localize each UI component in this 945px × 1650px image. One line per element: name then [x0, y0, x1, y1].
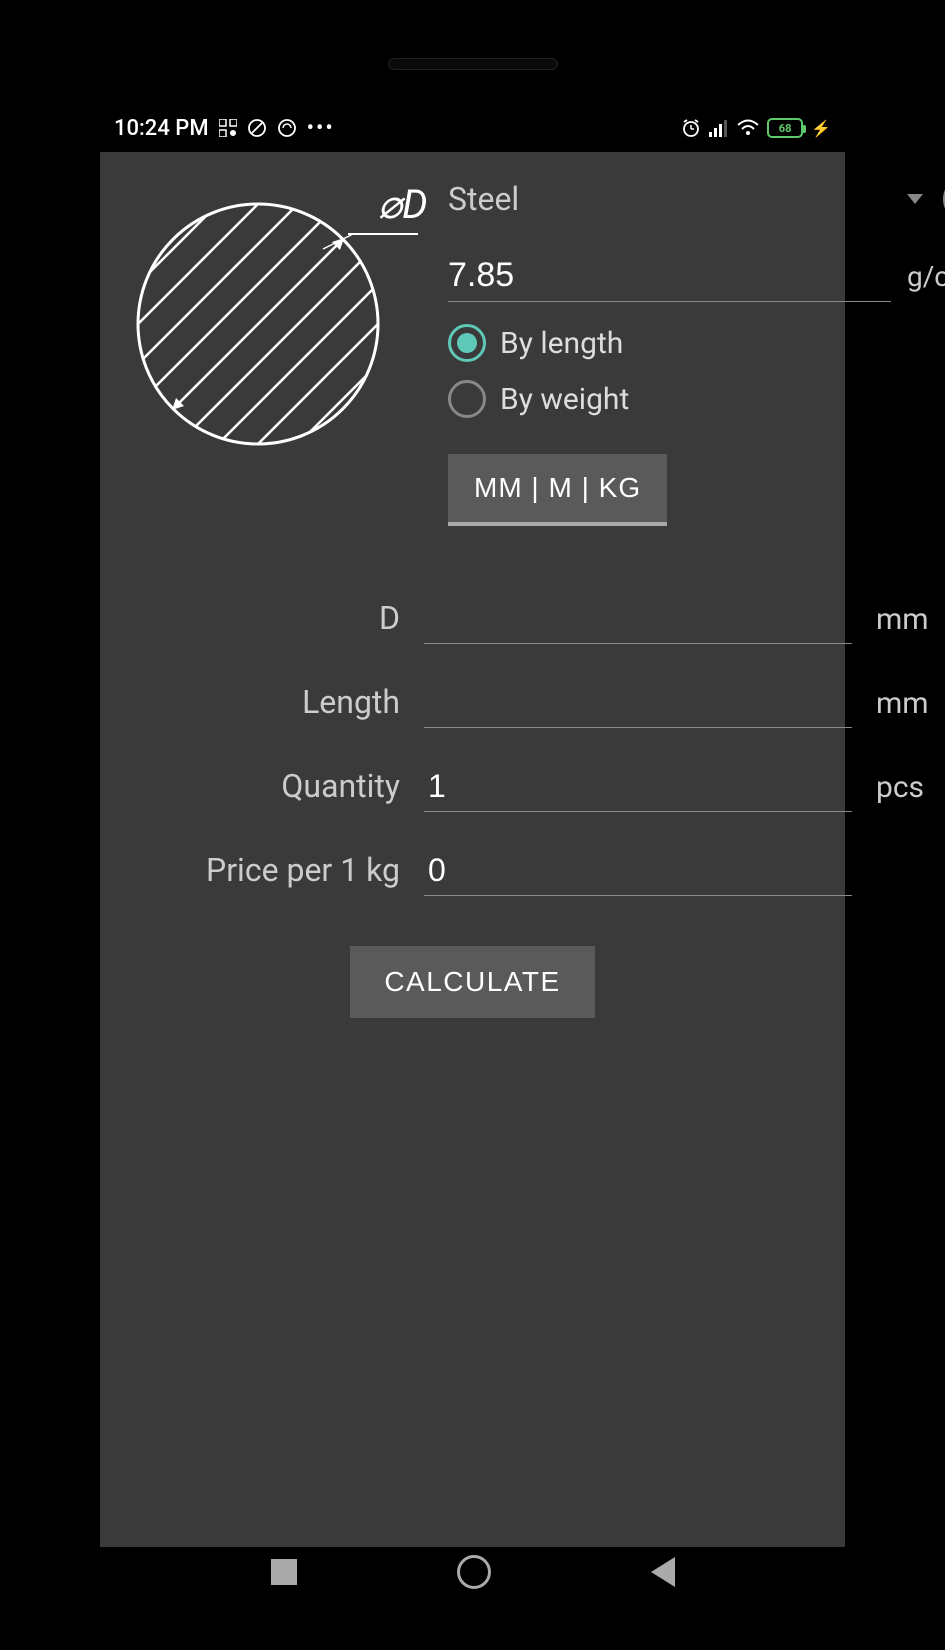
quantity-unit-label: pcs	[876, 770, 945, 805]
battery-icon: 68	[767, 118, 803, 138]
density-unit-label: g/cm3	[907, 260, 945, 293]
radio-selected-icon	[448, 324, 486, 362]
price-input[interactable]	[424, 848, 852, 896]
radio-unselected-icon	[448, 380, 486, 418]
radio-by-weight[interactable]: By weight	[448, 380, 945, 418]
wifi-icon	[737, 119, 759, 137]
price-label: Price per 1 kg	[160, 851, 400, 889]
chevron-down-icon	[907, 194, 923, 204]
grid-icon	[219, 119, 237, 137]
d-input[interactable]	[424, 596, 852, 644]
alarm-icon	[681, 118, 701, 138]
radio-by-length[interactable]: By length	[448, 324, 945, 362]
status-time: 10:24 PM	[114, 116, 209, 141]
material-dropdown[interactable]: Steel	[448, 174, 931, 224]
d-label: D	[160, 599, 400, 637]
calculate-button[interactable]: CALCULATE	[350, 946, 594, 1018]
quantity-input[interactable]	[424, 764, 852, 812]
material-selected-label: Steel	[448, 180, 519, 218]
dnd-icon	[247, 118, 267, 138]
quantity-label: Quantity	[160, 767, 400, 805]
more-icon: •••	[307, 116, 335, 141]
sync-icon	[277, 118, 297, 138]
status-bar: 10:24 PM ••• 68 ⚡	[100, 108, 845, 148]
length-input[interactable]	[424, 680, 852, 728]
signal-icon	[709, 119, 729, 137]
units-button[interactable]: MM | M | KG	[448, 454, 667, 526]
length-unit-dropdown[interactable]: mm	[876, 686, 945, 721]
svg-text:⌀D: ⌀D	[378, 181, 428, 228]
d-unit-label: mm	[876, 602, 945, 637]
length-label: Length	[160, 683, 400, 721]
navigation-bar	[78, 1542, 867, 1602]
radio-by-weight-label: By weight	[500, 382, 629, 417]
charging-icon: ⚡	[811, 119, 831, 138]
radio-by-length-label: By length	[500, 326, 623, 361]
nav-home-button[interactable]	[457, 1555, 491, 1589]
phone-speaker	[388, 58, 558, 70]
nav-back-button[interactable]	[651, 1557, 675, 1587]
app-content: ⌀D	[100, 152, 845, 1547]
density-input[interactable]	[448, 250, 891, 302]
nav-recents-button[interactable]	[271, 1559, 297, 1585]
shape-diagram: ⌀D	[128, 174, 428, 454]
